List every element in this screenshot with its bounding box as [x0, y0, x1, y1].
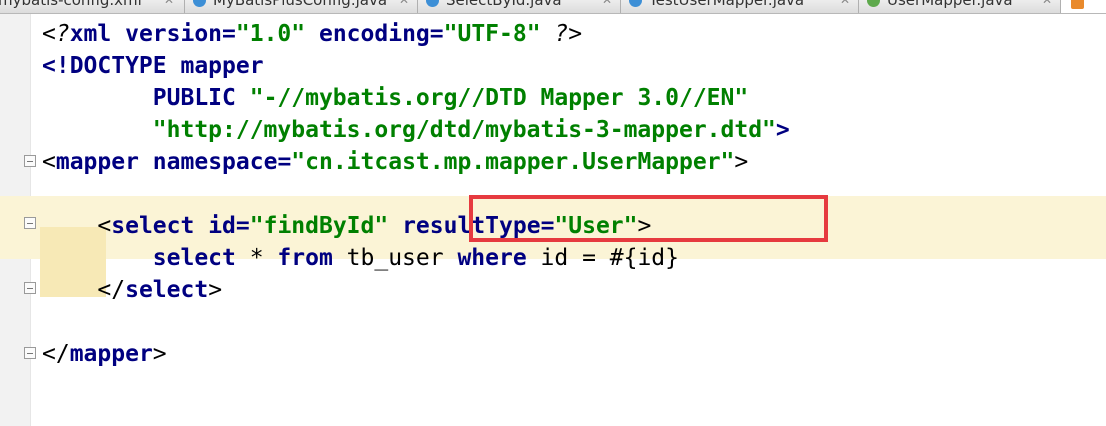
tab-mybatis-config-xml[interactable]: mybatis-config.xml ✕: [0, 0, 185, 13]
tab-usermapper-java[interactable]: UserMapper.java ✕: [859, 0, 1061, 13]
tab-testusermapper-java[interactable]: TestUserMapper.java ✕: [621, 0, 859, 13]
tab-close-icon[interactable]: ✕: [399, 0, 409, 8]
code-line-4: "http://mybatis.org/dtd/mybatis-3-mapper…: [152, 117, 790, 143]
tab-label: MyBatisPlusConfig.java: [213, 0, 388, 9]
tab-selectbyid-java[interactable]: SelectById.java ✕: [418, 0, 621, 13]
xml-file-icon: [1071, 0, 1084, 9]
fold-select-icon[interactable]: [24, 217, 36, 229]
java-class-icon: [426, 0, 439, 7]
code-editor[interactable]: <?xml version="1.0" encoding="UTF-8" ?> …: [0, 14, 1106, 426]
code-line-5: <mapper namespace="cn.itcast.mp.mapper.U…: [42, 149, 749, 175]
tab-close-icon[interactable]: ✕: [602, 0, 612, 8]
tab-label: UserMapper.java: [887, 0, 1013, 9]
editor-tab-bar: mybatis-config.xml ✕ MyBatisPlusConfig.j…: [0, 0, 1106, 14]
code-line-3: PUBLIC "-//mybatis.org//DTD Mapper 3.0//…: [42, 85, 749, 111]
fold-end-select-icon[interactable]: [24, 282, 36, 294]
java-interface-icon: [867, 0, 880, 7]
fold-end-mapper-icon[interactable]: [24, 347, 36, 359]
code-line-9: </select>: [42, 277, 223, 303]
tab-usermapper-xml[interactable]: [1061, 0, 1106, 13]
code-line-8: select * from tb_user where id = #{id}: [152, 245, 680, 271]
code-line-2: <!DOCTYPE mapper: [42, 53, 264, 79]
tab-label: TestUserMapper.java: [649, 0, 805, 9]
tab-label: SelectById.java: [446, 0, 562, 9]
tab-close-icon[interactable]: ✕: [164, 0, 174, 8]
tab-close-icon[interactable]: ✕: [1042, 0, 1052, 8]
java-class-icon: [629, 0, 642, 7]
fold-mapper-icon[interactable]: [24, 155, 36, 167]
tab-close-icon[interactable]: ✕: [840, 0, 850, 8]
highlight-annotation-box: [469, 195, 828, 242]
java-class-icon: [193, 0, 206, 7]
tab-mybatisplusconfig-java[interactable]: MyBatisPlusConfig.java ✕: [185, 0, 418, 13]
tab-label: mybatis-config.xml: [0, 0, 142, 9]
code-line-1: <?xml version="1.0" encoding="UTF-8" ?>: [42, 21, 583, 47]
code-line-11: </mapper>: [42, 341, 167, 367]
